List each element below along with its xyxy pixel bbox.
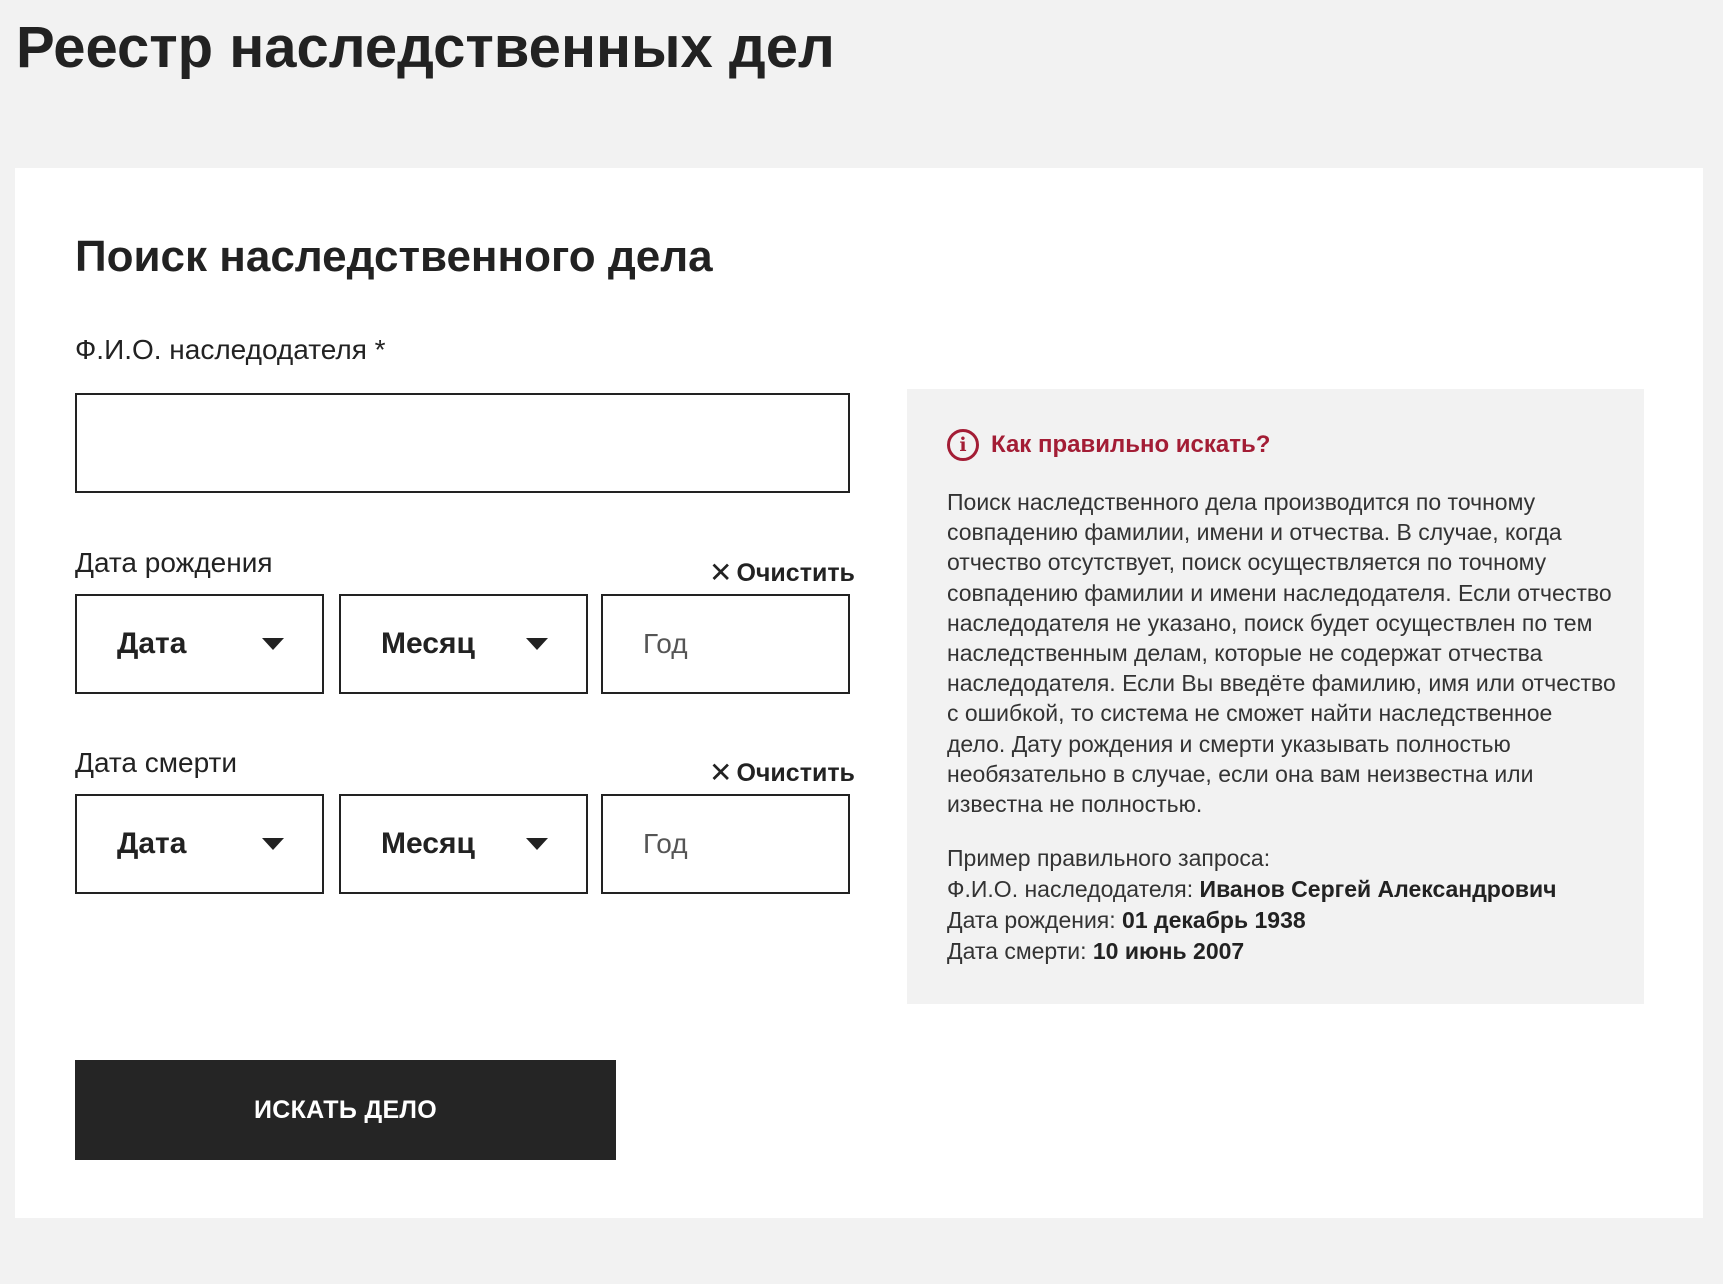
death-year-input[interactable] (601, 794, 850, 894)
search-card: Поиск наследственного дела Ф.И.О. наслед… (15, 168, 1703, 1218)
birth-year-input[interactable] (601, 594, 850, 694)
chevron-down-icon (262, 838, 284, 850)
example-birth-line: Дата рождения: 01 декабрь 1938 (947, 905, 1627, 936)
example-birth-value: 01 декабрь 1938 (1122, 907, 1306, 933)
search-button[interactable]: ИСКАТЬ ДЕЛО (75, 1060, 616, 1160)
example-fio-line: Ф.И.О. наследодателя: Иванов Сергей Алек… (947, 874, 1627, 905)
chevron-down-icon (526, 638, 548, 650)
death-month-select-label: Месяц (381, 827, 475, 860)
help-title: Как правильно искать? (991, 431, 1271, 458)
close-icon: ✕ (709, 757, 733, 788)
birth-date-label: Дата рождения (75, 547, 273, 578)
example-death-value: 10 июнь 2007 (1092, 938, 1245, 964)
chevron-down-icon (262, 638, 284, 650)
birth-date-clear-button[interactable]: ✕ Очистить (709, 558, 855, 588)
example-fio-label: Ф.И.О. наследодателя: (947, 876, 1194, 902)
birth-day-select-label: Дата (117, 627, 187, 660)
example-death-line: Дата смерти: 10 июнь 2007 (947, 936, 1627, 967)
close-icon: ✕ (709, 557, 733, 588)
fio-label: Ф.И.О. наследодателя * (75, 334, 386, 365)
example-birth-label: Дата рождения: (947, 907, 1116, 933)
death-date-clear-label: Очистить (736, 759, 855, 787)
birth-month-select-label: Месяц (381, 627, 475, 660)
help-heading: i Как правильно искать? (947, 429, 1270, 461)
death-month-select[interactable]: Месяц (339, 794, 588, 894)
birth-date-clear-label: Очистить (736, 559, 855, 587)
death-day-select-label: Дата (117, 827, 187, 860)
death-day-select[interactable]: Дата (75, 794, 324, 894)
death-date-clear-button[interactable]: ✕ Очистить (709, 758, 855, 788)
birth-month-select[interactable]: Месяц (339, 594, 588, 694)
page-title: Реестр наследственных дел (16, 15, 835, 80)
info-circle-icon: i (947, 429, 979, 461)
chevron-down-icon (526, 838, 548, 850)
example-block: Пример правильного запроса: Ф.И.О. насле… (947, 843, 1627, 967)
example-death-label: Дата смерти: (947, 938, 1087, 964)
death-date-label: Дата смерти (75, 747, 238, 778)
example-heading: Пример правильного запроса: (947, 845, 1271, 871)
form-title: Поиск наследственного дела (75, 232, 713, 281)
help-text: Поиск наследственного дела производится … (947, 489, 1616, 818)
fio-input[interactable] (75, 393, 850, 493)
birth-day-select[interactable]: Дата (75, 594, 324, 694)
example-fio-value: Иванов Сергей Александрович (1199, 876, 1557, 902)
help-panel: i Как правильно искать? Поиск наследстве… (907, 389, 1644, 1004)
